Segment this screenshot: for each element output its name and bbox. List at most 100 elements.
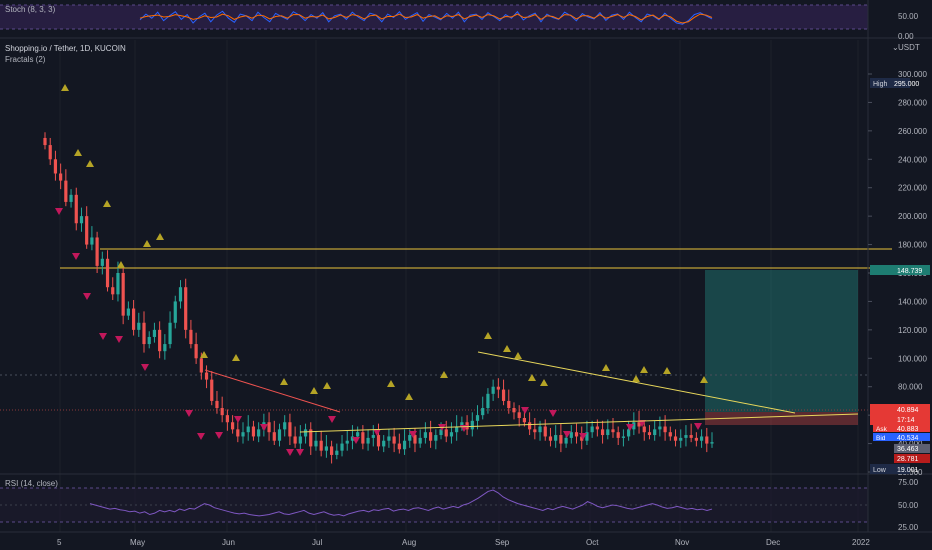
long-position-tool[interactable] (705, 270, 858, 425)
candle-down (533, 429, 537, 433)
candle-up (564, 437, 568, 444)
candle-up (257, 429, 261, 437)
bid-value: 40.534 (897, 435, 919, 442)
candle-down (230, 422, 235, 430)
time-tick-label: 2022 (852, 538, 870, 547)
candle-up (434, 435, 438, 441)
candle-down (392, 436, 396, 444)
price-tick-label: 300.000 (898, 70, 927, 79)
candle-up (303, 429, 308, 437)
candle-down (694, 437, 698, 441)
bid-label: Bid (876, 435, 886, 442)
currency-arrow-icon[interactable]: ⌄ (892, 43, 899, 52)
candle-up (371, 435, 375, 438)
candle-down (663, 426, 667, 433)
candle-down (548, 436, 553, 441)
rsi-title[interactable]: RSI (14, close) (5, 479, 58, 488)
high-value: 295.000 (894, 81, 919, 88)
price-tick-label: 200.000 (898, 212, 927, 221)
price-tick-label: 180.000 (898, 241, 927, 250)
candle-down (236, 429, 240, 437)
candle-down (142, 322, 146, 345)
price-tick-label: 120.000 (898, 326, 927, 335)
candle-down (225, 415, 229, 423)
time-tick-label: 5 (57, 538, 62, 547)
candle-up (116, 273, 120, 295)
candle-down (288, 422, 292, 437)
stoch-tick-label: 0.00 (898, 32, 914, 41)
take-profit-value: 148.739 (897, 268, 922, 275)
candle-down (85, 216, 89, 245)
rsi-tick-label: 75.00 (898, 478, 919, 487)
candle-down (647, 432, 652, 436)
time-tick-label: May (130, 538, 145, 547)
candle-up (356, 432, 360, 437)
candle-down (507, 400, 511, 409)
candle-up (241, 432, 245, 437)
candle-up (491, 386, 495, 394)
stoch-tick-label: 50.00 (898, 12, 919, 21)
candle-down (158, 329, 162, 352)
rsi-tick-label: 25.00 (898, 523, 919, 532)
candle-up (402, 440, 407, 450)
candle-down (668, 432, 672, 437)
candle-up (90, 237, 94, 245)
price-tick-label: 280.000 (898, 98, 927, 107)
last-price-value: 40.894 (897, 407, 919, 414)
candle-down (53, 159, 58, 174)
candle-down (95, 237, 99, 266)
candle-up (163, 344, 167, 352)
level-a-value: 36.463 (897, 446, 919, 453)
countdown-value: 17:14 (897, 417, 915, 424)
currency-label[interactable]: USDT (898, 43, 920, 52)
candle-down (444, 429, 448, 437)
candle-down (272, 432, 276, 441)
candle-up (423, 432, 427, 438)
candle-up (470, 420, 474, 430)
candle-down (512, 408, 516, 413)
ask-label: Ask (876, 426, 888, 433)
candle-up (699, 436, 704, 441)
candle-down (496, 386, 500, 390)
candle-up (173, 301, 177, 323)
candle-down (319, 440, 323, 451)
candle-up (684, 435, 688, 438)
stoch-title[interactable]: Stoch (8, 3, 3) (5, 5, 56, 14)
candle-up (147, 336, 151, 345)
price-tick-label: 100.000 (898, 354, 927, 363)
candle-down (522, 417, 527, 423)
candle-down (194, 344, 198, 359)
candle-up (606, 429, 610, 436)
candle-down (673, 436, 678, 441)
take-profit-zone[interactable] (705, 270, 858, 412)
level-b-value: 28.781 (897, 456, 919, 463)
candle-up (314, 440, 318, 447)
time-tick-label: Sep (495, 538, 510, 547)
trading-chart: Stoch (8, 3, 3) Shopping.io / Tether, 1D… (0, 0, 932, 550)
candle-down (251, 426, 256, 437)
candle-down (210, 379, 214, 401)
candle-up (283, 422, 287, 430)
candle-down (121, 273, 125, 316)
fractals-legend[interactable]: Fractals (2) (5, 55, 46, 64)
candle-down (559, 435, 563, 444)
candle-down (705, 436, 709, 444)
stoch-pane: Stoch (8, 3, 3) (0, 4, 868, 30)
candle-down (642, 426, 646, 433)
candle-up (100, 258, 104, 266)
candle-up (335, 450, 339, 455)
ask-value: 40.883 (897, 426, 919, 433)
price-tick-label: 80.000 (898, 383, 923, 392)
candle-up (168, 322, 172, 345)
candle-down (616, 432, 620, 438)
candle-down (528, 422, 532, 430)
candle-down (600, 429, 605, 436)
candle-up (408, 435, 412, 441)
candle-down (574, 432, 579, 437)
candle-up (126, 308, 130, 316)
symbol-title[interactable]: Shopping.io / Tether, 1D, KUCOIN (5, 44, 126, 53)
candle-up (569, 432, 573, 438)
candle-up (554, 435, 558, 441)
candle-up (658, 426, 662, 430)
candle-down (131, 308, 136, 330)
